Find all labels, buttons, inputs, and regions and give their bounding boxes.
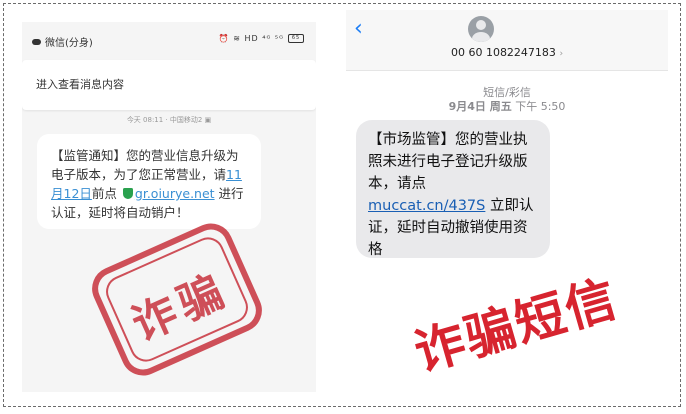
- avatar-head: [476, 20, 486, 30]
- shield-icon: [122, 188, 133, 199]
- left-screenshot: 微信(分身) ⏰ ≋ HD ⁴ᴳ ⁵ᴳ 65 进入查看消息内容 今天 08:11…: [22, 22, 316, 392]
- message-date: 9月4日 周五 下午 5:50: [346, 98, 668, 114]
- signal-icons: ⏰ ≋ HD ⁴ᴳ ⁵ᴳ: [218, 34, 284, 43]
- status-app: 微信(分身): [32, 34, 93, 49]
- status-icons: ⏰ ≋ HD ⁴ᴳ ⁵ᴳ 65: [219, 34, 304, 43]
- chevron-right-icon: ›: [559, 49, 564, 59]
- scam-sms-caption-text: 诈骗短信: [407, 268, 625, 383]
- sender-number[interactable]: 00 60 1082247183 ›: [346, 46, 668, 59]
- message-date-time: 下午 5:50: [511, 100, 566, 113]
- sender-number-text: 00 60 1082247183: [450, 46, 556, 59]
- avatar-body: [472, 32, 490, 42]
- sms-bubble: 【市场监管】您的营业执照未进行电子登记升级版本，请点 muccat.cn/437S…: [356, 120, 550, 258]
- message-text-2: 前点: [91, 186, 117, 201]
- notification-card[interactable]: 进入查看消息内容: [22, 60, 316, 110]
- message-timestamp: 今天 08:11 · 中国移动2 ▣: [126, 116, 212, 124]
- sms-text-1: 【市场监管】您的营业执照未进行电子登记升级版本，请点: [368, 132, 528, 192]
- right-screenshot: ‹ 00 60 1082247183 › 短信/彩信 9月4日 周五 下午 5:…: [346, 10, 668, 394]
- battery-icon: 65: [288, 34, 304, 43]
- phishing-link[interactable]: gr.oiurye.net: [135, 186, 215, 201]
- scam-message-bubble: 【监管通知】您的营业信息升级为电子版本，为了您正常营业，请11月12日前点 gr…: [37, 134, 261, 229]
- notification-text: 进入查看消息内容: [36, 78, 124, 91]
- fraud-stamp: 诈骗: [85, 216, 269, 383]
- back-chevron-icon[interactable]: ‹: [354, 16, 363, 41]
- contact-avatar-icon[interactable]: [468, 16, 494, 42]
- message-date-day: 9月4日 周五: [448, 100, 512, 113]
- phishing-link[interactable]: muccat.cn/437S: [368, 198, 485, 214]
- status-app-label: 微信(分身): [45, 38, 93, 49]
- message-text-1: 【监管通知】您的营业信息升级为电子版本，为了您正常营业，请: [51, 148, 239, 182]
- conversation-header: ‹ 00 60 1082247183 ›: [346, 10, 668, 71]
- wechat-icon: [32, 38, 41, 45]
- status-bar: 微信(分身) ⏰ ≋ HD ⁴ᴳ ⁵ᴳ 65: [22, 22, 316, 56]
